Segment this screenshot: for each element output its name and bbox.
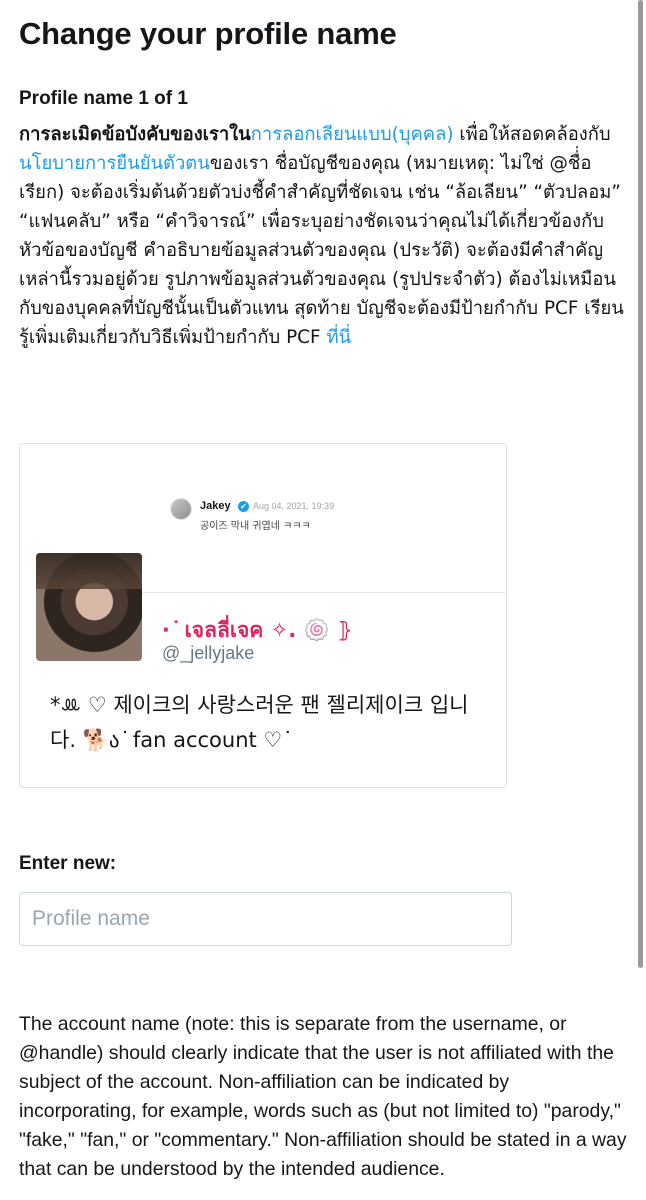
reply-date: Aug 04, 2021, 19:39 — [253, 501, 335, 511]
profile-handle: @_jellyjake — [162, 643, 255, 663]
policy-text-1: เพื่อให้สอดคล้องกับ — [453, 124, 611, 145]
page-scrollbar[interactable] — [638, 0, 643, 968]
card-divider — [142, 592, 506, 593]
policy-description: การละเมิดข้อบังคับของเราในการลอกเลียนแบบ… — [19, 120, 627, 352]
policy-text-2: ของเรา ชื่อบัญชีของคุณ (หมายเหตุ: ไม่ใช่… — [19, 153, 624, 348]
verification-policy-link[interactable]: นโยบายการยืนยันตัวตน — [19, 153, 210, 174]
reply-author-name: Jakey — [200, 500, 231, 512]
impersonation-link[interactable]: การลอกเลียนแบบ(บุคคล) — [251, 124, 454, 145]
verified-badge-icon: ✔ — [238, 501, 249, 512]
enter-new-label: Enter new: — [19, 853, 117, 874]
avatar-hair-overlay — [36, 553, 142, 589]
reply-avatar — [170, 498, 192, 520]
profile-name-counter: Profile name 1 of 1 — [19, 88, 188, 109]
reported-profile-card: Jakey ✔ Aug 04, 2021, 19:39 공이즈 막내 귀엽네 ㅋ… — [19, 443, 507, 788]
explanation-text: The account name (note: this is separate… — [19, 1013, 627, 1180]
learn-more-here-link[interactable]: ที่นี่ — [326, 327, 351, 348]
reply-text: 공이즈 막내 귀엽네 ㅋㅋㅋ — [200, 521, 311, 532]
profile-bio: *ꔛ ♡ 제이크의 사랑스러운 팬 젤리제이크 입니다. 🐕ა ͘ fan ac… — [50, 693, 469, 752]
page-title: Change your profile name — [19, 16, 397, 51]
policy-bold-lead: การละเมิดข้อบังคับของเราใน — [19, 124, 251, 145]
profile-name-input[interactable] — [19, 892, 512, 946]
